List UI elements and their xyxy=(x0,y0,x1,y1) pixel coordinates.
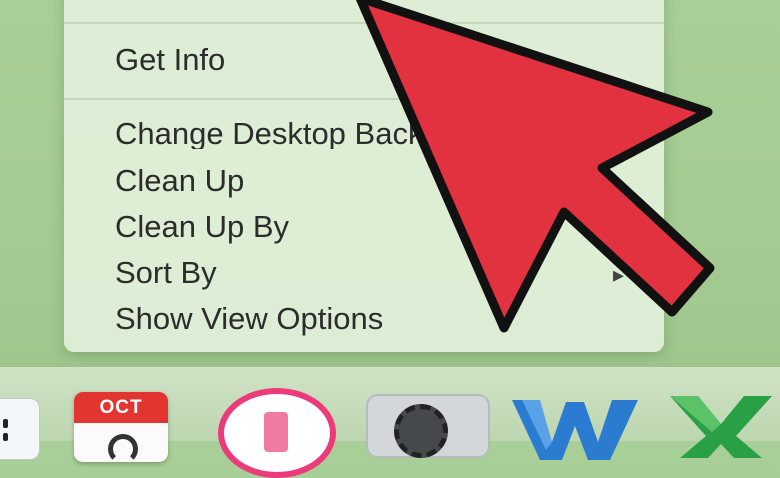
red-arrow-pointer-icon xyxy=(355,0,715,333)
